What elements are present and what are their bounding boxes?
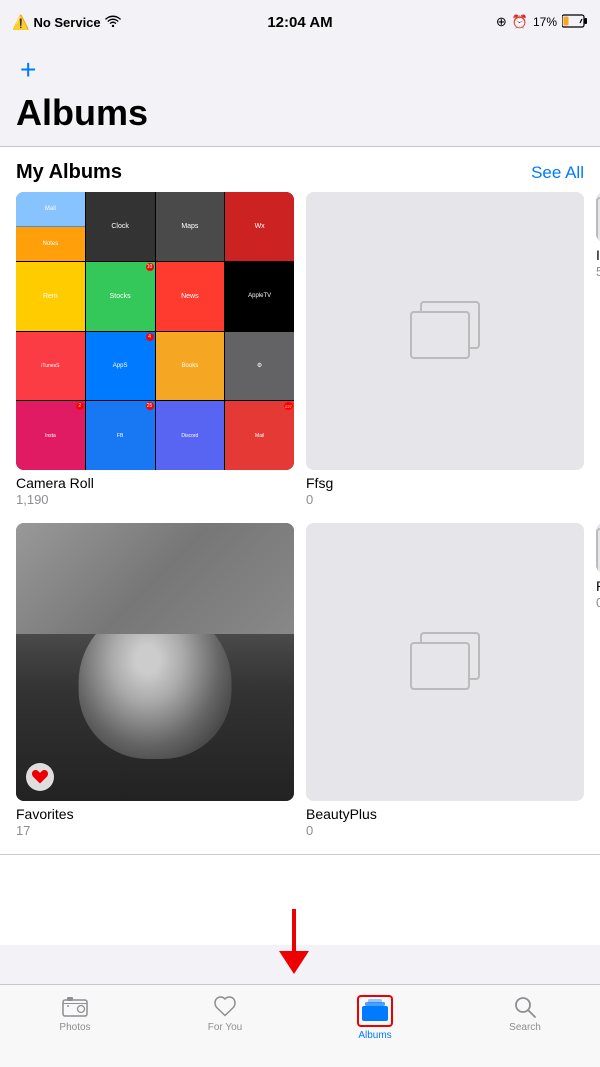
album-ffsg-empty	[306, 192, 584, 470]
album-camera-roll-name: Camera Roll	[16, 475, 294, 491]
stack-front	[410, 311, 470, 359]
battery-icon	[562, 14, 588, 31]
status-bar: ⚠️ No Service 12:04 AM ⊕ ⏰ 17%	[0, 0, 600, 44]
album-p-partial[interactable]: P 0	[596, 523, 600, 838]
grid-cell: Clock	[86, 192, 155, 261]
album-favorites-thumb	[16, 523, 294, 801]
my-albums-title: My Albums	[16, 161, 122, 184]
album-p-empty	[596, 523, 600, 573]
tab-photos[interactable]: Photos	[40, 995, 110, 1033]
album-beautyplus[interactable]: BeautyPlus 0	[306, 523, 584, 838]
stack-icon	[410, 301, 480, 361]
album-beautyplus-thumb	[306, 523, 584, 801]
tab-for-you[interactable]: For You	[190, 995, 260, 1033]
status-time: 12:04 AM	[267, 14, 332, 31]
album-ir-thumb	[596, 192, 600, 242]
tab-search[interactable]: Search	[490, 995, 560, 1033]
album-favorites-count: 17	[16, 823, 294, 838]
grid-cell: Rem	[16, 262, 85, 331]
album-camera-roll-count: 1,190	[16, 492, 294, 507]
album-beautyplus-count: 0	[306, 823, 584, 838]
heart-badge	[26, 763, 54, 791]
album-p-count: 0	[596, 595, 600, 610]
add-button[interactable]: +	[16, 52, 40, 88]
grid-cell: 4 AppS	[86, 332, 155, 401]
album-ffsg[interactable]: Ffsg 0	[306, 192, 584, 507]
grid-cell: Mail Notes	[16, 192, 85, 261]
album-camera-roll[interactable]: Mail Notes Clock Maps Wx Rem 10 Stocks N…	[16, 192, 294, 507]
tab-albums[interactable]: Albums	[340, 995, 410, 1041]
warning-icon: ⚠️	[12, 14, 29, 31]
tab-bar: Photos For You Albums	[0, 984, 600, 1067]
albums-icon	[361, 999, 389, 1023]
tab-albums-label: Albums	[358, 1030, 391, 1041]
album-ir-name: Ir	[596, 247, 600, 263]
album-beautyplus-name: BeautyPlus	[306, 806, 584, 822]
albums-row-1: Mail Notes Clock Maps Wx Rem 10 Stocks N…	[16, 192, 584, 507]
grid-cell: 2 Insta	[16, 401, 85, 470]
down-arrow-annotation	[264, 909, 324, 979]
albums-row-2: Favorites 17 BeautyPlus 0	[16, 523, 584, 838]
grid-cell: 227 Mail	[225, 401, 294, 470]
alarm-icon: ⏰	[512, 14, 528, 30]
page-title: Albums	[16, 92, 584, 134]
grid-cell: AppleTV	[225, 262, 294, 331]
album-p-name: P	[596, 578, 600, 594]
album-ffsg-name: Ffsg	[306, 475, 584, 491]
section-divider	[0, 854, 600, 855]
stack-front-beauty	[410, 642, 470, 690]
grid-cell: iTunesS	[16, 332, 85, 401]
wifi-icon	[105, 14, 121, 30]
grid-cell: Discord	[156, 401, 225, 470]
tab-for-you-label: For You	[208, 1022, 242, 1033]
photos-icon	[61, 995, 89, 1019]
grid-cell: Wx	[225, 192, 294, 261]
album-ir-empty	[596, 192, 600, 242]
search-icon	[511, 995, 539, 1019]
grid-cell: Books	[156, 332, 225, 401]
album-ir-partial[interactable]: Ir 5	[596, 192, 600, 507]
stack-front-ir	[596, 197, 600, 242]
album-favorites[interactable]: Favorites 17	[16, 523, 294, 838]
my-albums-section-header: My Albums See All	[0, 147, 600, 192]
grid-cell: ⚙	[225, 332, 294, 401]
stack-icon-p	[596, 523, 600, 573]
status-left: ⚠️ No Service	[12, 14, 121, 31]
albums-tab-highlight	[357, 995, 393, 1027]
tab-search-label: Search	[509, 1022, 541, 1033]
grid-cell: 10 Stocks	[86, 262, 155, 331]
album-camera-roll-thumb: Mail Notes Clock Maps Wx Rem 10 Stocks N…	[16, 192, 294, 470]
no-service-text: No Service	[33, 15, 100, 30]
albums-content: My Albums See All Mail Notes Clock Maps …	[0, 147, 600, 945]
stack-icon-ir	[596, 192, 600, 242]
for-you-icon	[211, 995, 239, 1019]
grid-cell: Maps	[156, 192, 225, 261]
see-all-button[interactable]: See All	[531, 163, 584, 183]
album-p-thumb	[596, 523, 600, 573]
album-favorites-name: Favorites	[16, 806, 294, 822]
album-beautyplus-empty	[306, 523, 584, 801]
grid-cell: News	[156, 262, 225, 331]
album-ffsg-count: 0	[306, 492, 584, 507]
stack-front-p	[596, 528, 600, 573]
album-ffsg-thumb	[306, 192, 584, 470]
screen-lock-icon: ⊕	[496, 14, 507, 30]
favorites-photo	[16, 523, 294, 801]
battery-percent: 17%	[533, 15, 557, 29]
album-ir-count: 5	[596, 264, 600, 279]
status-right: ⊕ ⏰ 17%	[496, 14, 588, 31]
grid-cell: 25 FB	[86, 401, 155, 470]
stack-icon-beauty	[410, 632, 480, 692]
header: + Albums	[0, 44, 600, 146]
albums-grid: Mail Notes Clock Maps Wx Rem 10 Stocks N…	[0, 192, 600, 854]
tab-photos-label: Photos	[59, 1022, 90, 1033]
